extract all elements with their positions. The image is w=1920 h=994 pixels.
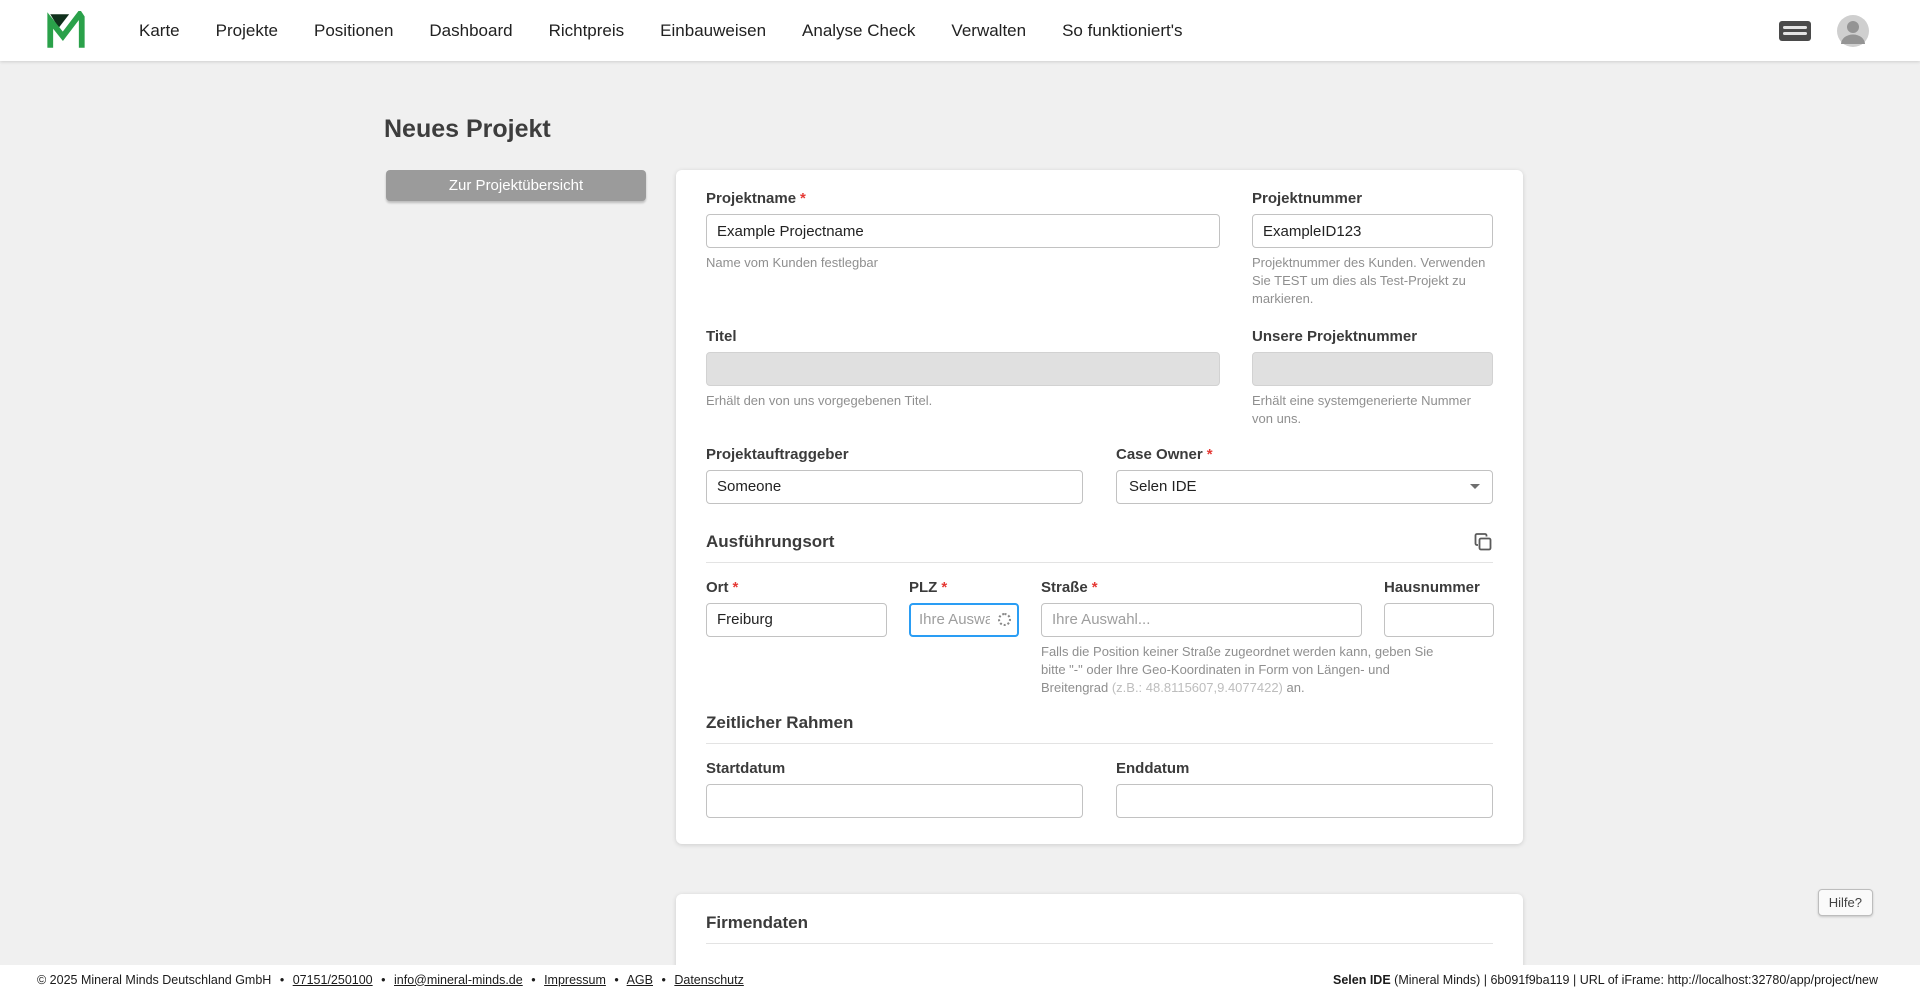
nav-item-einbauweisen[interactable]: Einbauweisen [660,21,766,41]
section-zeitlicher-rahmen-title: Zeitlicher Rahmen [706,712,854,732]
projektnummer-input[interactable] [1252,214,1493,248]
nav-item-analyse-check[interactable]: Analyse Check [802,21,915,41]
section-firmendaten: Firmendaten [706,913,1493,944]
field-ort: Ort * [706,579,887,637]
footer-session-info: Selen IDE (Mineral Minds) | 6b091f9ba119… [1333,973,1878,987]
case-owner-label: Case Owner * [1116,445,1213,463]
strasse-input[interactable] [1041,602,1362,637]
footer-separator: • [531,972,536,987]
section-firmendaten-title: Firmendaten [706,913,809,932]
ort-input[interactable] [706,602,887,637]
projektauftraggeber-label: Projektauftraggeber [706,445,849,463]
required-marker: * [732,578,739,596]
footer-session-user: Selen IDE [1333,972,1391,987]
server-icon[interactable] [1778,18,1812,44]
field-titel: Titel Erhält den von uns vorgegebenen Ti… [706,328,1220,410]
projektname-label: Projektname * [706,190,806,207]
section-zeitlicher-rahmen: Zeitlicher Rahmen [706,713,1493,744]
footer-copyright: © 2025 Mineral Minds Deutschland GmbH [37,972,272,987]
titel-input [706,351,1220,386]
field-case-owner: Case Owner * Selen IDE [1116,446,1493,504]
nav-item-verwalten[interactable]: Verwalten [951,21,1026,41]
footer-agb-link[interactable]: AGB [627,973,653,987]
mineral-minds-logo-icon [47,10,85,48]
nav-item-so-funktionierts[interactable]: So funktioniert's [1062,21,1182,41]
user-avatar[interactable] [1836,14,1870,48]
footer-separator: • [279,972,285,987]
footer-session-rest: (Mineral Minds) | 6b091f9ba119 | URL of … [1390,972,1878,987]
plz-label: PLZ * [909,578,948,596]
titel-helper: Erhält den von uns vorgegebenen Titel. [706,392,933,408]
main-nav: Karte Projekte Positionen Dashboard Rich… [139,21,1183,41]
header-actions [1778,14,1870,48]
back-to-project-overview-button[interactable]: Zur Projektübersicht [386,170,646,201]
nav-item-richtpreis[interactable]: Richtpreis [549,21,625,41]
footer-datenschutz-link[interactable]: Datenschutz [674,973,743,987]
footer-left: © 2025 Mineral Minds Deutschland GmbH • … [37,973,744,987]
unsere-projektnummer-input [1252,351,1493,386]
unsere-projektnummer-helper: Erhält eine systemgenerierte Nummer von … [1252,392,1471,426]
nav-item-projekte[interactable]: Projekte [216,21,278,41]
loading-spinner-icon [998,613,1011,627]
enddatum-label: Enddatum [1116,759,1190,777]
project-form-card: Projektname* Name vom Kunden festlegbar … [676,170,1523,844]
case-owner-value: Selen IDE [1129,478,1197,496]
projektauftraggeber-input[interactable] [706,469,1083,504]
required-marker: * [1091,578,1098,596]
nav-item-positionen[interactable]: Positionen [314,21,393,41]
help-button[interactable]: Hilfe? [1817,889,1873,916]
projektname-input[interactable] [706,214,1220,248]
nav-item-dashboard[interactable]: Dashboard [429,21,512,41]
nav-item-karte[interactable]: Karte [139,21,180,41]
section-ausfuehrungsort-title: Ausführungsort [706,531,835,551]
footer-separator: • [381,972,386,987]
page-content: Neues Projekt Zur Projektübersicht Proje… [0,61,1920,965]
footer-separator: • [614,972,619,987]
field-projektnummer: Projektnummer Projektnummer des Kunden. … [1252,190,1493,308]
field-strasse: Straße* Falls die Position keiner Straße… [1041,578,1433,697]
footer-email-link[interactable]: info@mineral-minds.de [394,973,523,987]
footer-bar: © 2025 Mineral Minds Deutschland GmbH • … [0,965,1920,994]
field-projektname: Projektname* Name vom Kunden festlegbar [706,190,1220,272]
field-hausnummer: Hausnummer [1384,579,1494,637]
plz-input[interactable] [911,604,998,635]
footer-phone-link[interactable]: 07151/250100 [293,973,373,987]
required-marker: * [800,190,806,207]
projektname-helper: Name vom Kunden festlegbar [706,255,878,270]
hausnummer-label: Hausnummer [1384,578,1480,596]
projektnummer-helper: Projektnummer des Kunden. Verwenden Sie … [1252,255,1486,306]
hausnummer-input[interactable] [1384,602,1494,637]
titel-label: Titel [706,327,737,345]
firmendaten-card: Firmendaten [676,894,1523,965]
case-owner-select[interactable]: Selen IDE [1116,469,1493,504]
unsere-projektnummer-label: Unsere Projektnummer [1252,327,1418,345]
field-unsere-projektnummer: Unsere Projektnummer Erhält eine systemg… [1252,328,1493,428]
enddatum-input[interactable] [1116,783,1493,818]
field-startdatum: Startdatum [706,760,1083,818]
footer-separator: • [661,972,666,987]
required-marker: * [1206,445,1213,463]
required-marker: * [941,578,948,596]
ort-label: Ort * [706,578,739,596]
chevron-down-icon [1470,484,1480,490]
plz-input-wrap-focused[interactable] [909,602,1019,637]
strasse-label: Straße * [1041,578,1098,596]
field-projektauftraggeber: Projektauftraggeber [706,446,1083,504]
copy-icon[interactable] [1473,532,1493,552]
page-title: Neues Projekt [384,115,551,143]
field-enddatum: Enddatum [1116,760,1493,818]
field-plz: PLZ * [909,579,1019,637]
top-navigation-bar: Karte Projekte Positionen Dashboard Rich… [0,0,1920,61]
section-ausfuehrungsort: Ausführungsort [706,532,1493,563]
startdatum-input[interactable] [706,783,1083,818]
projektnummer-label: Projektnummer [1252,190,1363,207]
strasse-helper: Falls die Position keiner Straße zugeord… [1041,643,1434,695]
startdatum-label: Startdatum [706,759,786,777]
footer-impressum-link[interactable]: Impressum [544,973,606,987]
